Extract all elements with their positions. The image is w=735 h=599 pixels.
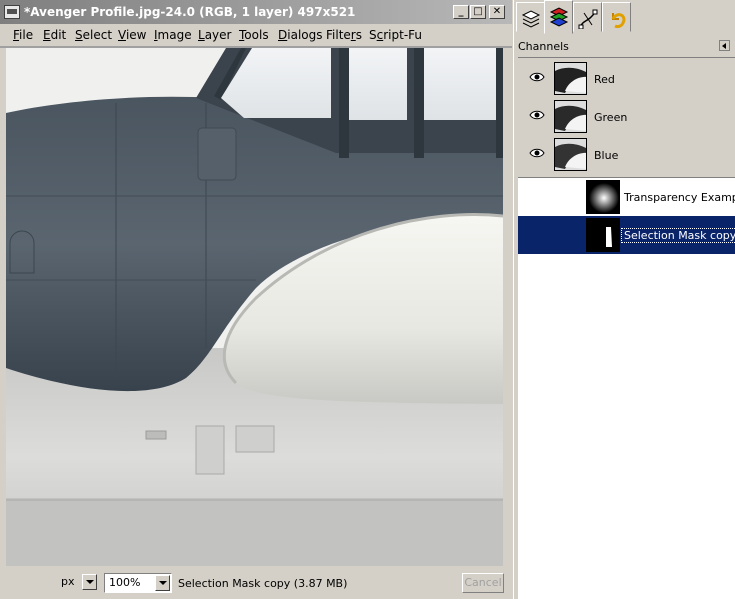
menu-select[interactable]: Select [75, 28, 112, 42]
avenger-aircraft-image [6, 48, 503, 566]
canvas-padding-right [503, 48, 512, 566]
tab-channels[interactable] [544, 0, 573, 34]
channel-row-green[interactable]: Green [518, 97, 735, 135]
mask-row-transparency-example[interactable]: Transparency Example [518, 178, 735, 216]
channel-name: Green [594, 111, 628, 124]
paths-icon [578, 9, 598, 29]
undo-history-icon [611, 13, 626, 29]
mask-thumbnail [586, 218, 620, 252]
title-bar[interactable]: *Avenger Profile.jpg-24.0 (RGB, 1 layer)… [0, 0, 512, 24]
menu-bar: File Edit Select View Image Layer Tools … [0, 24, 512, 46]
menu-file[interactable]: File [13, 28, 33, 42]
gimp-window-icon[interactable] [4, 5, 20, 19]
cancel-button[interactable]: Cancel [462, 573, 504, 593]
eye-icon[interactable] [529, 109, 545, 121]
menu-image[interactable]: Image [154, 28, 192, 42]
dock-tab-bar [514, 0, 735, 34]
menu-dialogs[interactable]: Dialogs [278, 28, 322, 42]
layers-icon [521, 10, 541, 28]
channel-thumbnail [554, 138, 587, 171]
channels-dock: Channels Red Green Blue Transparency Exa… [513, 0, 735, 599]
channels-header: Channels [518, 40, 569, 53]
mask-thumbnail [586, 180, 620, 214]
channel-name: Blue [594, 149, 619, 162]
channel-list: Red Green Blue [518, 57, 735, 177]
eye-icon[interactable] [529, 71, 545, 83]
maximize-button[interactable]: □ [470, 5, 486, 19]
menu-tools[interactable]: Tools [239, 28, 269, 42]
status-message: Selection Mask copy (3.87 MB) [178, 577, 348, 590]
mask-row-selection-mask-copy[interactable]: Selection Mask copy [518, 216, 735, 254]
channel-name: Red [594, 73, 615, 86]
eye-icon[interactable] [529, 147, 545, 159]
image-window: *Avenger Profile.jpg-24.0 (RGB, 1 layer)… [0, 0, 512, 599]
chevron-down-icon[interactable] [82, 574, 97, 590]
minimize-button[interactable]: _ [453, 5, 469, 19]
menu-view[interactable]: View [118, 28, 146, 42]
status-bar: px 100% Selection Mask copy (3.87 MB) Ca… [0, 566, 512, 599]
tab-paths[interactable] [573, 2, 602, 32]
tab-undo-history[interactable] [602, 2, 631, 32]
tab-layers[interactable] [516, 2, 545, 32]
channel-row-blue[interactable]: Blue [518, 135, 735, 173]
menu-layer[interactable]: Layer [198, 28, 231, 42]
menu-filters[interactable]: Filters [326, 28, 362, 42]
channel-thumbnail [554, 100, 587, 133]
unit-value: px [61, 575, 75, 588]
window-title: *Avenger Profile.jpg-24.0 (RGB, 1 layer)… [24, 5, 356, 19]
zoom-selector[interactable]: 100% [104, 573, 172, 593]
channel-thumbnail [554, 62, 587, 95]
close-button[interactable]: ✕ [489, 5, 505, 19]
channel-mask-list: Transparency Example Selection Mask copy [518, 178, 735, 599]
channels-icon [549, 7, 569, 27]
channel-row-red[interactable]: Red [518, 59, 735, 97]
zoom-value: 100% [109, 576, 141, 589]
image-canvas[interactable] [6, 48, 503, 566]
mask-name: Transparency Example [624, 191, 735, 204]
dock-menu-icon[interactable] [719, 40, 730, 51]
chevron-down-icon[interactable] [155, 575, 170, 591]
unit-selector[interactable]: px [57, 573, 98, 593]
menu-edit[interactable]: Edit [43, 28, 66, 42]
menu-script-fu[interactable]: Script-Fu [369, 28, 422, 42]
mask-name: Selection Mask copy [620, 228, 735, 243]
